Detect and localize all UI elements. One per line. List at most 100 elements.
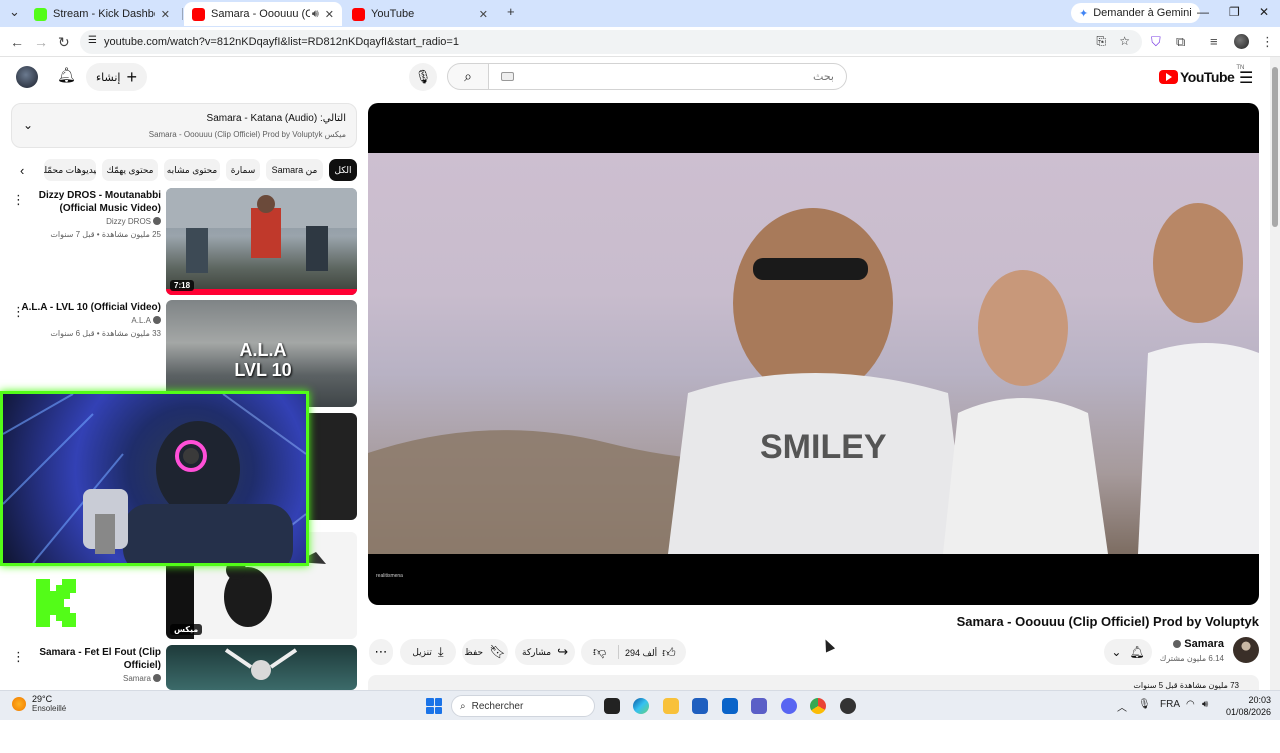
taskbar-search[interactable]: ⌕ Rechercher xyxy=(451,695,595,717)
chevron-left-icon[interactable]: ‹ xyxy=(20,163,24,178)
close-tab-icon[interactable]: ✕ xyxy=(479,8,488,21)
tab-search-icon[interactable]: ⌄ xyxy=(9,4,20,20)
address-bar[interactable]: ☰ youtube.com/watch?v=812nKDqayfI&list=R… xyxy=(80,30,1142,54)
channel-avatar[interactable] xyxy=(1233,637,1259,663)
video-title: Samara - Ooouuu (Clip Officiel) Prod by … xyxy=(956,614,1259,629)
install-app-icon[interactable]: ⎘ xyxy=(1096,34,1106,49)
account-avatar[interactable] xyxy=(16,66,38,88)
create-button[interactable]: إنشاء + xyxy=(86,63,147,91)
volume-icon[interactable]: 🔊︎ xyxy=(1202,699,1208,710)
media-controls-icon[interactable]: ≡ xyxy=(1210,34,1218,49)
file-explorer-icon[interactable] xyxy=(663,698,679,714)
chip-related[interactable]: محتوى مشابه xyxy=(164,159,220,181)
chip-for-you[interactable]: محتوى يهمّك xyxy=(102,159,158,181)
tab-samara-video[interactable]: Samara - Ooouuu (Clip Offi 🔊︎ ✕ xyxy=(184,2,342,26)
start-button[interactable] xyxy=(426,698,442,714)
mix-playlist-panel[interactable]: ⌄ التالي: Samara - Katana (Audio) ميكس S… xyxy=(11,103,357,148)
tab-youtube[interactable]: YouTube ✕ xyxy=(344,2,496,26)
download-button[interactable]: تنزيل ⤓ xyxy=(400,639,456,665)
plus-icon: + xyxy=(126,67,137,87)
taskbar-search-label: Rechercher xyxy=(471,700,524,712)
task-view-icon[interactable] xyxy=(604,698,620,714)
channel-name: Samara xyxy=(123,674,161,683)
thumbnail-text: A.L.A LVL 10 xyxy=(234,340,292,380)
extension-shield-icon[interactable]: ⛉ xyxy=(1151,34,1161,50)
thumbnail-art xyxy=(166,188,357,295)
video-frame: SMILEY xyxy=(368,153,1259,554)
restore-icon[interactable]: ❐ xyxy=(1229,5,1240,19)
filter-chips: ‹ الكل من Samara سمارة محتوى مشابه محتوى… xyxy=(18,159,358,181)
search-button[interactable]: ⌕ xyxy=(447,63,489,90)
extensions-puzzle-icon[interactable]: ⧉ xyxy=(1176,34,1185,50)
dislike-icon[interactable]: 👎︎ xyxy=(593,644,606,660)
create-label: إنشاء xyxy=(96,71,121,84)
site-info-icon[interactable]: ☰ xyxy=(88,35,97,46)
wifi-icon[interactable]: ◠ xyxy=(1186,699,1195,710)
browser-menu-icon[interactable]: ⋮ xyxy=(1261,34,1274,50)
logo-text: YouTube xyxy=(1180,69,1235,85)
more-actions-button[interactable]: ⋯ xyxy=(369,639,393,665)
gemini-button[interactable]: ✦ Demander à Gemini xyxy=(1071,3,1200,23)
video-meta: 25 مليون مشاهدة • قبل 7 سنوات xyxy=(50,230,161,239)
subscription-button[interactable]: ⌄ 🔔︎ xyxy=(1104,639,1152,665)
youtube-logo[interactable]: YouTube TN xyxy=(1159,65,1244,85)
edge-icon[interactable] xyxy=(633,698,649,714)
share-button[interactable]: مشاركة ↪ xyxy=(515,639,575,665)
teams-icon[interactable] xyxy=(751,698,767,714)
video-scene: SMILEY xyxy=(368,203,1259,554)
video-thumbnail[interactable] xyxy=(166,645,357,690)
chip-uploaded[interactable]: فيديوهات محمّلة xyxy=(44,159,96,181)
chip-samara[interactable]: سمارة xyxy=(226,159,260,181)
search-input[interactable] xyxy=(534,70,834,83)
microphone-icon[interactable]: 🎙︎ xyxy=(1138,699,1151,710)
save-button[interactable]: حفظ 🔖︎ xyxy=(462,639,508,665)
close-tab-icon[interactable]: ✕ xyxy=(161,8,170,21)
recommendation-item[interactable]: ⋮ Dizzy DROS - Moutanabbi (Official Musi… xyxy=(8,188,358,296)
weather-condition: Ensoleillé xyxy=(32,704,67,713)
tab-kick-dashboard[interactable]: Stream - Kick Dashboard ✕ xyxy=(26,2,178,26)
video-title[interactable]: Samara - Fet El Fout (Clip Officiel) xyxy=(21,646,161,672)
close-window-icon[interactable]: ✕ xyxy=(1259,5,1269,19)
gemini-icon: ✦ xyxy=(1079,7,1089,20)
video-meta: 33 مليون مشاهدة • قبل 6 سنوات xyxy=(50,329,161,338)
chevron-down-icon[interactable]: ⌄ xyxy=(23,118,33,132)
keyboard-icon[interactable] xyxy=(501,72,514,81)
voice-search-button[interactable]: 🎙︎ xyxy=(409,63,437,91)
profile-avatar[interactable] xyxy=(1234,34,1249,49)
video-title[interactable]: A.L.A - LVL 10 (Official Video) xyxy=(21,301,161,314)
reload-icon[interactable]: ↻ xyxy=(58,34,70,51)
system-clock[interactable]: 20:03 01/08/2026 xyxy=(1219,694,1271,718)
mix-badge: ميكس xyxy=(170,624,203,635)
channel-label: Samara xyxy=(122,674,151,683)
video-thumbnail[interactable]: 7:18 xyxy=(166,188,357,295)
scrollbar-thumb[interactable] xyxy=(1272,67,1278,227)
discord-icon[interactable] xyxy=(781,698,797,714)
bookmark-star-icon[interactable]: ☆ xyxy=(1119,34,1130,48)
channel-name[interactable]: Samara xyxy=(1171,638,1224,650)
weather-widget[interactable]: 29°C Ensoleillé xyxy=(12,694,66,714)
video-title[interactable]: Dizzy DROS - Moutanabbi (Official Music … xyxy=(21,189,161,215)
chip-all[interactable]: الكل xyxy=(329,159,357,181)
video-player[interactable]: SMILEY realitismena xyxy=(368,103,1259,605)
page-scrollbar[interactable] xyxy=(1270,57,1280,695)
input-language[interactable]: FRA xyxy=(1160,699,1180,710)
notifications-bell-icon[interactable]: 🔔︎ xyxy=(57,66,76,84)
speaker-icon[interactable]: 🔊︎ xyxy=(312,8,319,21)
verified-icon xyxy=(153,217,161,225)
outlook-icon[interactable] xyxy=(722,698,738,714)
forward-icon[interactable]: → xyxy=(34,34,48,50)
guide-menu-icon[interactable]: ☰ xyxy=(1239,68,1253,88)
chip-from-samara[interactable]: من Samara xyxy=(266,159,323,181)
new-tab-button[interactable]: + xyxy=(507,4,515,19)
chrome-icon[interactable] xyxy=(810,698,826,714)
search-field[interactable] xyxy=(488,63,847,90)
like-button[interactable]: 294 ألف 👍︎ xyxy=(625,645,676,661)
minimize-icon[interactable]: — xyxy=(1197,5,1209,19)
back-icon[interactable]: ← xyxy=(10,34,24,50)
channel-label: Samara xyxy=(1184,638,1224,650)
tray-overflow-icon[interactable]: ︿ xyxy=(1117,699,1127,714)
close-tab-icon[interactable]: ✕ xyxy=(325,8,334,21)
store-icon[interactable] xyxy=(692,698,708,714)
video-watermark: realitismena xyxy=(376,573,403,579)
obs-icon[interactable] xyxy=(840,698,856,714)
